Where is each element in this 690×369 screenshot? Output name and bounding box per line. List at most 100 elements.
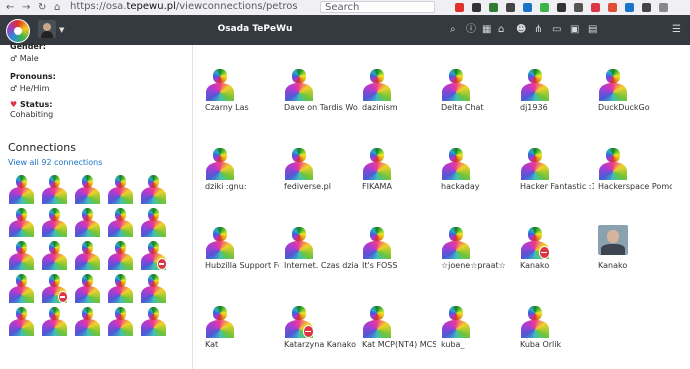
browser-extension-icon[interactable]: [625, 3, 634, 12]
contact-photo[interactable]: [598, 225, 628, 255]
contact-avatar[interactable]: [598, 67, 628, 101]
browser-extension-icon[interactable]: [489, 3, 498, 12]
contact-avatar[interactable]: [205, 304, 235, 338]
connection-thumbnail[interactable]: [140, 272, 167, 303]
user-avatar[interactable]: [38, 20, 56, 38]
connection-thumbnail[interactable]: [41, 206, 68, 237]
contact-avatar[interactable]: [205, 67, 235, 101]
contact-name[interactable]: Dave on Tardis World: [284, 103, 358, 112]
contact-name[interactable]: Internet. Czas dzia�: [284, 261, 358, 270]
forward-icon[interactable]: →: [22, 2, 30, 13]
folder-icon[interactable]: ▭: [552, 24, 561, 36]
reload-icon[interactable]: ↻: [38, 2, 46, 13]
connection-thumbnail[interactable]: [140, 305, 167, 336]
browser-search-input[interactable]: Search: [320, 1, 435, 13]
photo-icon[interactable]: ▤: [588, 24, 597, 36]
contact-avatar[interactable]: [520, 67, 550, 101]
contact-avatar[interactable]: [284, 304, 314, 338]
connection-thumbnail[interactable]: [107, 173, 134, 204]
contact-avatar[interactable]: [520, 304, 550, 338]
browser-extension-icon[interactable]: [659, 3, 668, 12]
contact-name[interactable]: Hackerspace Pomorze: [598, 182, 672, 191]
browser-extension-icon[interactable]: [506, 3, 515, 12]
contact-name[interactable]: Hacker Fantastic :11: [520, 182, 594, 191]
contact-avatar[interactable]: [362, 304, 392, 338]
connection-thumbnail[interactable]: [8, 239, 35, 270]
browser-extension-icon[interactable]: [608, 3, 617, 12]
sitemap-icon[interactable]: ⋔: [534, 24, 542, 36]
search-icon[interactable]: ⌕: [450, 24, 456, 36]
view-all-connections-link[interactable]: View all 92 connections: [8, 158, 102, 167]
image-icon[interactable]: ▣: [570, 24, 579, 36]
contact-name[interactable]: dziki :gnu:: [205, 182, 279, 191]
connection-thumbnail[interactable]: [107, 206, 134, 237]
connection-thumbnail[interactable]: [41, 305, 68, 336]
calendar-icon[interactable]: ▦: [482, 24, 491, 36]
contact-name[interactable]: Hubzilla Support For: [205, 261, 279, 270]
users-icon[interactable]: ☻: [516, 24, 526, 36]
home-icon[interactable]: ⌂: [498, 24, 504, 36]
connection-thumbnail[interactable]: [8, 272, 35, 303]
contact-avatar[interactable]: [441, 67, 471, 101]
contact-avatar[interactable]: [205, 225, 235, 259]
url-bar[interactable]: https://osa.tepewu.pl/viewconnections/pe…: [70, 1, 310, 13]
contact-avatar[interactable]: [441, 146, 471, 180]
contact-name[interactable]: Delta Chat: [441, 103, 515, 112]
contact-avatar[interactable]: [362, 67, 392, 101]
contact-avatar[interactable]: [362, 225, 392, 259]
info-icon[interactable]: ⓘ: [466, 24, 476, 36]
connection-thumbnail[interactable]: [74, 206, 101, 237]
contact-name[interactable]: fediverse.pl: [284, 182, 358, 191]
contact-avatar[interactable]: [598, 146, 628, 180]
contact-name[interactable]: dazinism: [362, 103, 436, 112]
contact-avatar[interactable]: [205, 146, 235, 180]
browser-extension-icon[interactable]: [455, 3, 464, 12]
browser-extension-icon[interactable]: [591, 3, 600, 12]
connection-thumbnail[interactable]: [107, 272, 134, 303]
chevron-down-icon[interactable]: ▼: [59, 26, 64, 34]
connection-thumbnail[interactable]: [140, 239, 167, 270]
contact-name[interactable]: Kat: [205, 340, 279, 349]
contact-name[interactable]: Kanako: [598, 261, 672, 270]
contact-avatar[interactable]: [441, 225, 471, 259]
browser-extension-icon[interactable]: [523, 3, 532, 12]
contact-avatar[interactable]: [284, 225, 314, 259]
contact-name[interactable]: dj1936: [520, 103, 594, 112]
connection-thumbnail[interactable]: [107, 305, 134, 336]
contact-avatar[interactable]: [284, 146, 314, 180]
connection-thumbnail[interactable]: [41, 272, 68, 303]
browser-extension-icon[interactable]: [642, 3, 651, 12]
contact-name[interactable]: Kuba Orlik: [520, 340, 594, 349]
connection-thumbnail[interactable]: [140, 173, 167, 204]
contact-avatar[interactable]: [520, 225, 550, 259]
site-logo[interactable]: [6, 19, 30, 43]
connection-thumbnail[interactable]: [41, 239, 68, 270]
contact-name[interactable]: kuba_: [441, 340, 515, 349]
connection-thumbnail[interactable]: [74, 305, 101, 336]
contact-name[interactable]: ☆joene☆praat☆: [441, 261, 515, 270]
menu-icon[interactable]: ☰: [672, 24, 681, 36]
connection-thumbnail[interactable]: [74, 173, 101, 204]
browser-extension-icon[interactable]: [472, 3, 481, 12]
connection-thumbnail[interactable]: [41, 173, 68, 204]
connection-thumbnail[interactable]: [140, 206, 167, 237]
connection-thumbnail[interactable]: [74, 272, 101, 303]
contact-avatar[interactable]: [362, 146, 392, 180]
contact-avatar[interactable]: [284, 67, 314, 101]
connection-thumbnail[interactable]: [8, 305, 35, 336]
browser-extension-icon[interactable]: [574, 3, 583, 12]
home-browser-icon[interactable]: ⌂: [54, 2, 60, 13]
contact-name[interactable]: Kat MCP(NT4) MCSE(Wikropotkin 🏴: [362, 340, 436, 349]
contact-avatar[interactable]: [441, 304, 471, 338]
contact-name[interactable]: Katarzyna Kanako: [284, 340, 358, 349]
browser-extension-icon[interactable]: [557, 3, 566, 12]
connection-thumbnail[interactable]: [8, 173, 35, 204]
contact-name[interactable]: It's FOSS: [362, 261, 436, 270]
connection-thumbnail[interactable]: [8, 206, 35, 237]
connection-thumbnail[interactable]: [74, 239, 101, 270]
contact-name[interactable]: hackaday: [441, 182, 515, 191]
contact-name[interactable]: FIKAMA: [362, 182, 436, 191]
contact-name[interactable]: Czarny Las: [205, 103, 279, 112]
back-icon[interactable]: ←: [6, 2, 14, 13]
connection-thumbnail[interactable]: [107, 239, 134, 270]
